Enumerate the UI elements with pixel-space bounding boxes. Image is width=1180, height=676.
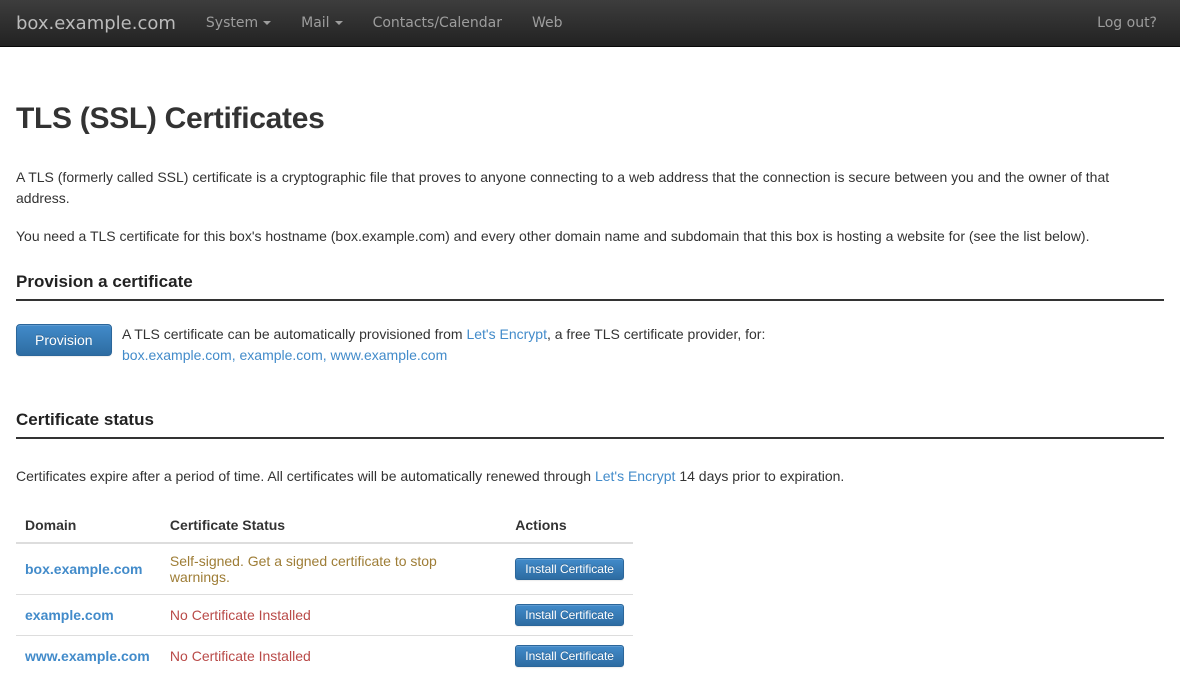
provision-row: Provision A TLS certificate can be autom… — [16, 324, 1164, 366]
provision-text-after: , a free TLS certificate provider, for: — [547, 326, 765, 342]
provision-description: A TLS certificate can be automatically p… — [122, 324, 765, 366]
top-navbar: box.example.com SystemMailContacts/Calen… — [0, 0, 1180, 47]
table-header-row: DomainCertificate StatusActions — [16, 508, 633, 543]
nav-item-system[interactable]: System — [191, 15, 286, 31]
intro-text: A TLS (formerly called SSL) certificate … — [16, 167, 1164, 247]
domain-link[interactable]: box.example.com — [25, 561, 143, 577]
provision-text-before: A TLS certificate can be automatically p… — [122, 326, 466, 342]
navbar-menu: SystemMailContacts/CalendarWeb — [191, 15, 578, 31]
status-desc-after: 14 days prior to expiration. — [675, 468, 844, 484]
certificate-status-table: DomainCertificate StatusActions box.exam… — [16, 508, 633, 676]
status-desc-before: Certificates expire after a period of ti… — [16, 468, 595, 484]
table-row: box.example.com Self-signed. Get a signed… — [16, 543, 633, 595]
intro-paragraph-1: A TLS (formerly called SSL) certificate … — [16, 167, 1164, 209]
provision-section-heading: Provision a certificate — [16, 272, 1164, 301]
domain-cell: www.example.com — [16, 636, 161, 676]
caret-down-icon — [263, 21, 271, 25]
page-title: TLS (SSL) Certificates — [16, 102, 1164, 136]
certificate-status-text: Self-signed. Get a signed certificate to… — [161, 543, 506, 595]
column-header-actions: Actions — [506, 508, 633, 543]
install-certificate-button[interactable]: Install Certificate — [515, 645, 624, 667]
caret-down-icon — [335, 21, 343, 25]
domain-cell: example.com — [16, 595, 161, 636]
column-header-domain: Domain — [16, 508, 161, 543]
nav-item-mail[interactable]: Mail — [286, 15, 357, 31]
status-section-heading: Certificate status — [16, 410, 1164, 439]
lets-encrypt-link-2[interactable]: Let's Encrypt — [595, 468, 676, 484]
status-description: Certificates expire after a period of ti… — [16, 466, 1164, 487]
lets-encrypt-link[interactable]: Let's Encrypt — [466, 326, 547, 342]
nav-item-web[interactable]: Web — [517, 15, 578, 31]
provision-domains-list: box.example.com, example.com, www.exampl… — [122, 345, 765, 366]
domain-link[interactable]: example.com — [25, 607, 114, 623]
table-row: www.example.com No Certificate Installed I… — [16, 636, 633, 676]
actions-cell: Install Certificate — [506, 543, 633, 595]
nav-item-contacts-calendar[interactable]: Contacts/Calendar — [358, 15, 517, 31]
actions-cell: Install Certificate — [506, 636, 633, 676]
certificate-status-text: No Certificate Installed — [161, 595, 506, 636]
table-row: example.com No Certificate Installed Insta… — [16, 595, 633, 636]
intro-paragraph-2: You need a TLS certificate for this box'… — [16, 226, 1164, 247]
column-header-certificate-status: Certificate Status — [161, 508, 506, 543]
install-certificate-button[interactable]: Install Certificate — [515, 604, 624, 626]
provision-button[interactable]: Provision — [16, 324, 112, 356]
logout-link[interactable]: Log out? — [1097, 15, 1164, 31]
navbar-brand[interactable]: box.example.com — [16, 13, 191, 34]
main-content: TLS (SSL) Certificates A TLS (formerly c… — [0, 102, 1180, 676]
certificate-status-text: No Certificate Installed — [161, 636, 506, 676]
actions-cell: Install Certificate — [506, 595, 633, 636]
install-certificate-button[interactable]: Install Certificate — [515, 558, 624, 580]
domain-cell: box.example.com — [16, 543, 161, 595]
domain-link[interactable]: www.example.com — [25, 648, 150, 664]
